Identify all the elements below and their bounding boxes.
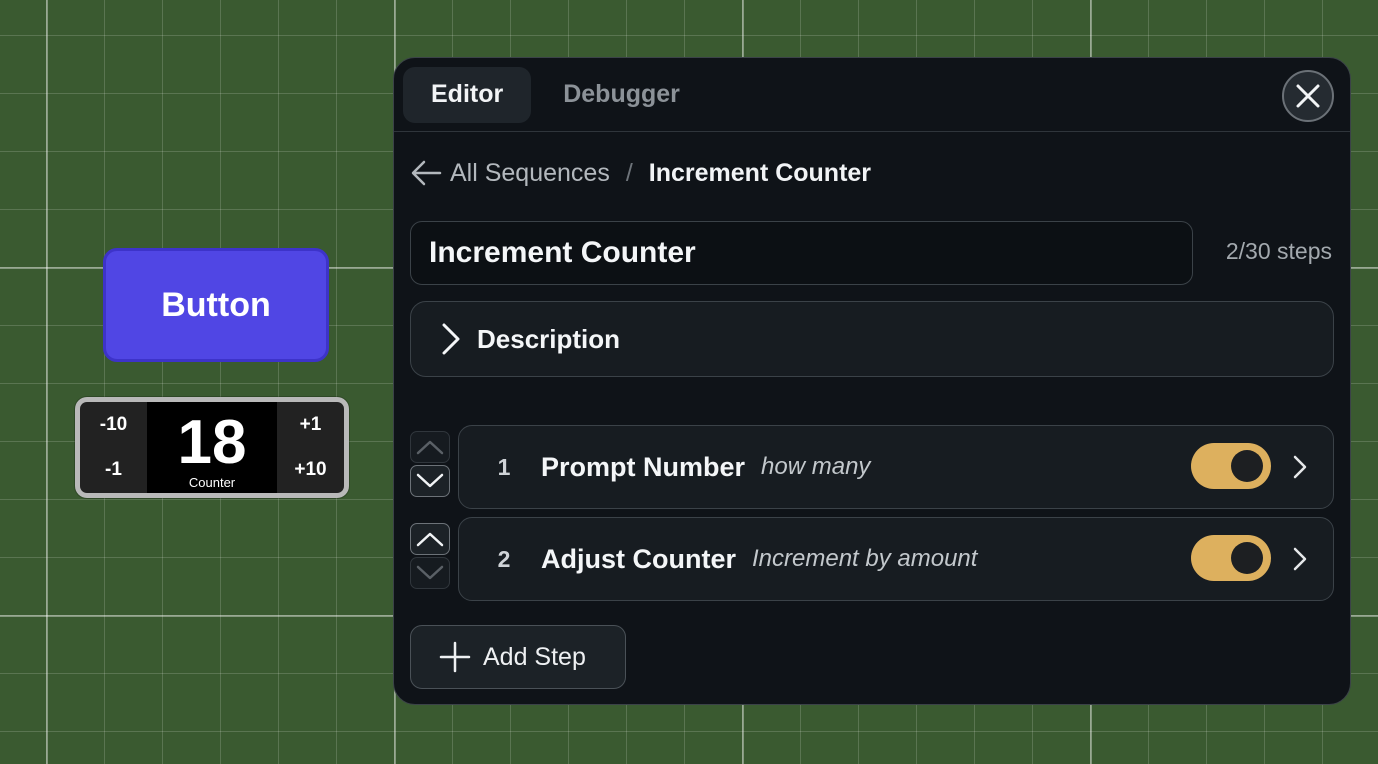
canvas-button[interactable]: Button [103, 248, 329, 362]
breadcrumb-current: Increment Counter [648, 158, 872, 187]
step-name: Adjust Counter [541, 543, 736, 574]
step-reorder-controls [410, 523, 450, 589]
counter-widget: -10 -1 18 Counter +1 +10 [75, 397, 349, 498]
step-card[interactable]: 1 Prompt Number how many [458, 425, 1334, 509]
move-step-down-button[interactable] [410, 557, 450, 589]
breadcrumb: All Sequences / Increment Counter [410, 156, 871, 190]
step-description: how many [761, 453, 871, 480]
chevron-right-icon [1293, 547, 1307, 571]
add-step-label: Add Step [483, 642, 586, 671]
chevron-down-icon [416, 473, 444, 488]
counter-minus-one-button[interactable]: -1 [80, 448, 147, 494]
chevron-down-icon [416, 565, 444, 580]
breadcrumb-separator: / [625, 158, 633, 187]
close-icon [1296, 84, 1320, 108]
move-step-down-button[interactable] [410, 465, 450, 497]
back-to-all-sequences-link[interactable]: All Sequences [410, 159, 610, 188]
breadcrumb-back-label: All Sequences [450, 158, 610, 187]
add-step-button[interactable]: Add Step [410, 625, 626, 689]
counter-minus-ten-button[interactable]: -10 [80, 402, 147, 448]
step-enabled-toggle[interactable] [1191, 535, 1271, 581]
step-reorder-controls [410, 431, 450, 497]
plus-icon [439, 641, 471, 673]
chevron-up-icon [416, 440, 444, 455]
step-count: 2/30 steps [1225, 238, 1332, 264]
sequence-editor-panel: Editor Debugger All Sequences / Incremen… [393, 57, 1351, 705]
step-enabled-toggle[interactable] [1191, 443, 1271, 489]
move-step-up-button[interactable] [410, 523, 450, 555]
step-description: Increment by amount [752, 545, 978, 572]
chevron-up-icon [416, 532, 444, 547]
description-toggle[interactable]: Description [410, 301, 1334, 377]
panel-tabs: Editor Debugger [394, 58, 1350, 132]
arrow-left-icon [411, 160, 442, 186]
step-row: 1 Prompt Number how many [410, 425, 1334, 509]
counter-label: Counter [188, 475, 236, 490]
chevron-right-icon [442, 323, 460, 355]
step-card[interactable]: 2 Adjust Counter Increment by amount [458, 517, 1334, 601]
move-step-up-button[interactable] [410, 431, 450, 463]
close-button[interactable] [1282, 70, 1334, 122]
tab-debugger[interactable]: Debugger [535, 67, 708, 123]
step-number: 2 [497, 545, 511, 572]
step-row: 2 Adjust Counter Increment by amount [410, 517, 1334, 601]
tab-editor[interactable]: Editor [403, 66, 532, 123]
sequence-name-input[interactable] [410, 221, 1193, 285]
counter-value: 18 [177, 407, 247, 477]
chevron-right-icon [1293, 455, 1307, 479]
description-label: Description [477, 323, 621, 354]
step-number: 1 [497, 453, 511, 480]
step-name: Prompt Number [541, 451, 746, 482]
counter-plus-ten-button[interactable]: +10 [277, 448, 344, 494]
counter-plus-one-button[interactable]: +1 [277, 402, 344, 448]
